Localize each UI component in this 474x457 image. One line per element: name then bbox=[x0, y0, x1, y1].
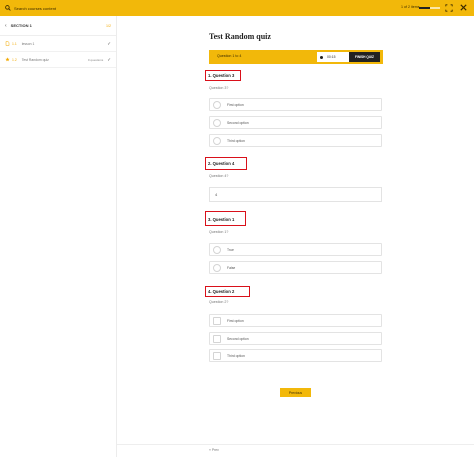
question-heading: 2. Question 4 bbox=[208, 161, 235, 166]
radio-button[interactable] bbox=[213, 118, 221, 127]
section-title: SECTION 1 bbox=[10, 23, 32, 28]
answer-input[interactable]: 4 bbox=[209, 187, 382, 202]
timer-value: 00:15 bbox=[327, 55, 336, 59]
question-text: Question 3? bbox=[209, 86, 229, 90]
answer-option[interactable]: First option bbox=[209, 98, 382, 111]
option-label: Third option bbox=[227, 353, 245, 358]
radio-button[interactable] bbox=[213, 100, 221, 109]
star-icon bbox=[5, 57, 10, 62]
question-heading: 3. Question 1 bbox=[208, 217, 235, 222]
section-count: 1/2 bbox=[106, 23, 111, 28]
option-label: First option bbox=[227, 318, 244, 323]
document-icon bbox=[5, 41, 10, 46]
top-bar: Search courses content 1 of 2 items bbox=[0, 0, 474, 16]
checkbox[interactable] bbox=[213, 351, 221, 360]
question-range: Question 1 to 4 bbox=[217, 54, 242, 58]
lesson-label: Test Random quiz bbox=[21, 57, 49, 62]
quiz-status-bar: Question 1 to 4 00:15 FINISH QUIZ bbox=[209, 50, 383, 64]
check-icon: ✓ bbox=[107, 56, 111, 62]
close-icon[interactable] bbox=[459, 3, 468, 12]
progress-fill bbox=[419, 6, 430, 9]
radio-button[interactable] bbox=[213, 263, 221, 272]
lesson-item-1[interactable]: 1.1 lesson 1 ✓ bbox=[0, 36, 116, 52]
check-icon: ✓ bbox=[107, 40, 111, 46]
question-text: Question 2? bbox=[209, 300, 229, 304]
option-label: Third option bbox=[227, 138, 245, 143]
option-label: True bbox=[227, 247, 234, 252]
course-sidebar: ‹ SECTION 1 1/2 1.1 lesson 1 ✓ 1.2 Test … bbox=[0, 16, 117, 457]
answer-option[interactable]: Second option bbox=[209, 332, 382, 345]
option-label: Second option bbox=[227, 336, 249, 341]
lesson-label: lesson 1 bbox=[21, 41, 35, 46]
answer-option[interactable]: First option bbox=[209, 314, 382, 327]
previous-button[interactable]: Previous bbox=[280, 388, 311, 397]
lesson-number: 1.2 bbox=[12, 57, 17, 62]
question-text: Question 1? bbox=[209, 230, 229, 234]
finish-quiz-button[interactable]: FINISH QUIZ bbox=[349, 52, 380, 62]
lesson-tag: 0 questions bbox=[87, 57, 104, 62]
search-icon bbox=[5, 5, 11, 11]
radio-button[interactable] bbox=[213, 136, 221, 145]
search-label: Search courses content bbox=[14, 5, 57, 11]
quiz-title: Test Random quiz bbox=[209, 32, 271, 41]
clock-icon bbox=[320, 55, 323, 59]
answer-option[interactable]: Third option bbox=[209, 349, 382, 362]
checkbox[interactable] bbox=[213, 334, 221, 343]
radio-button[interactable] bbox=[213, 245, 221, 254]
option-label: First option bbox=[227, 102, 244, 107]
fullscreen-icon[interactable] bbox=[445, 4, 453, 12]
search-box[interactable]: Search courses content bbox=[5, 4, 56, 12]
option-label: Second option bbox=[227, 120, 249, 125]
lesson-item-2[interactable]: 1.2 Test Random quiz 0 questions ✓ bbox=[0, 52, 116, 68]
footer-divider bbox=[117, 444, 474, 445]
lesson-number: 1.1 bbox=[12, 41, 17, 46]
option-label: False bbox=[227, 265, 236, 270]
progress-text: 1 of 2 items bbox=[401, 5, 420, 9]
question-text: Question 4? bbox=[209, 174, 229, 178]
section-header[interactable]: ‹ SECTION 1 1/2 bbox=[0, 16, 116, 36]
answer-option[interactable]: False bbox=[209, 261, 382, 274]
checkbox[interactable] bbox=[213, 316, 221, 325]
answer-option[interactable]: Third option bbox=[209, 134, 382, 147]
progress-bar bbox=[419, 6, 440, 9]
answer-option[interactable]: True bbox=[209, 243, 382, 256]
footer-prev-link[interactable]: « Prev bbox=[209, 448, 219, 452]
quiz-timer: 00:15 bbox=[317, 52, 349, 62]
chevron-left-icon: ‹ bbox=[5, 22, 7, 29]
answer-option[interactable]: Second option bbox=[209, 116, 382, 129]
question-heading: 4. Question 2 bbox=[208, 289, 235, 294]
question-heading: 1. Question 3 bbox=[208, 73, 235, 78]
